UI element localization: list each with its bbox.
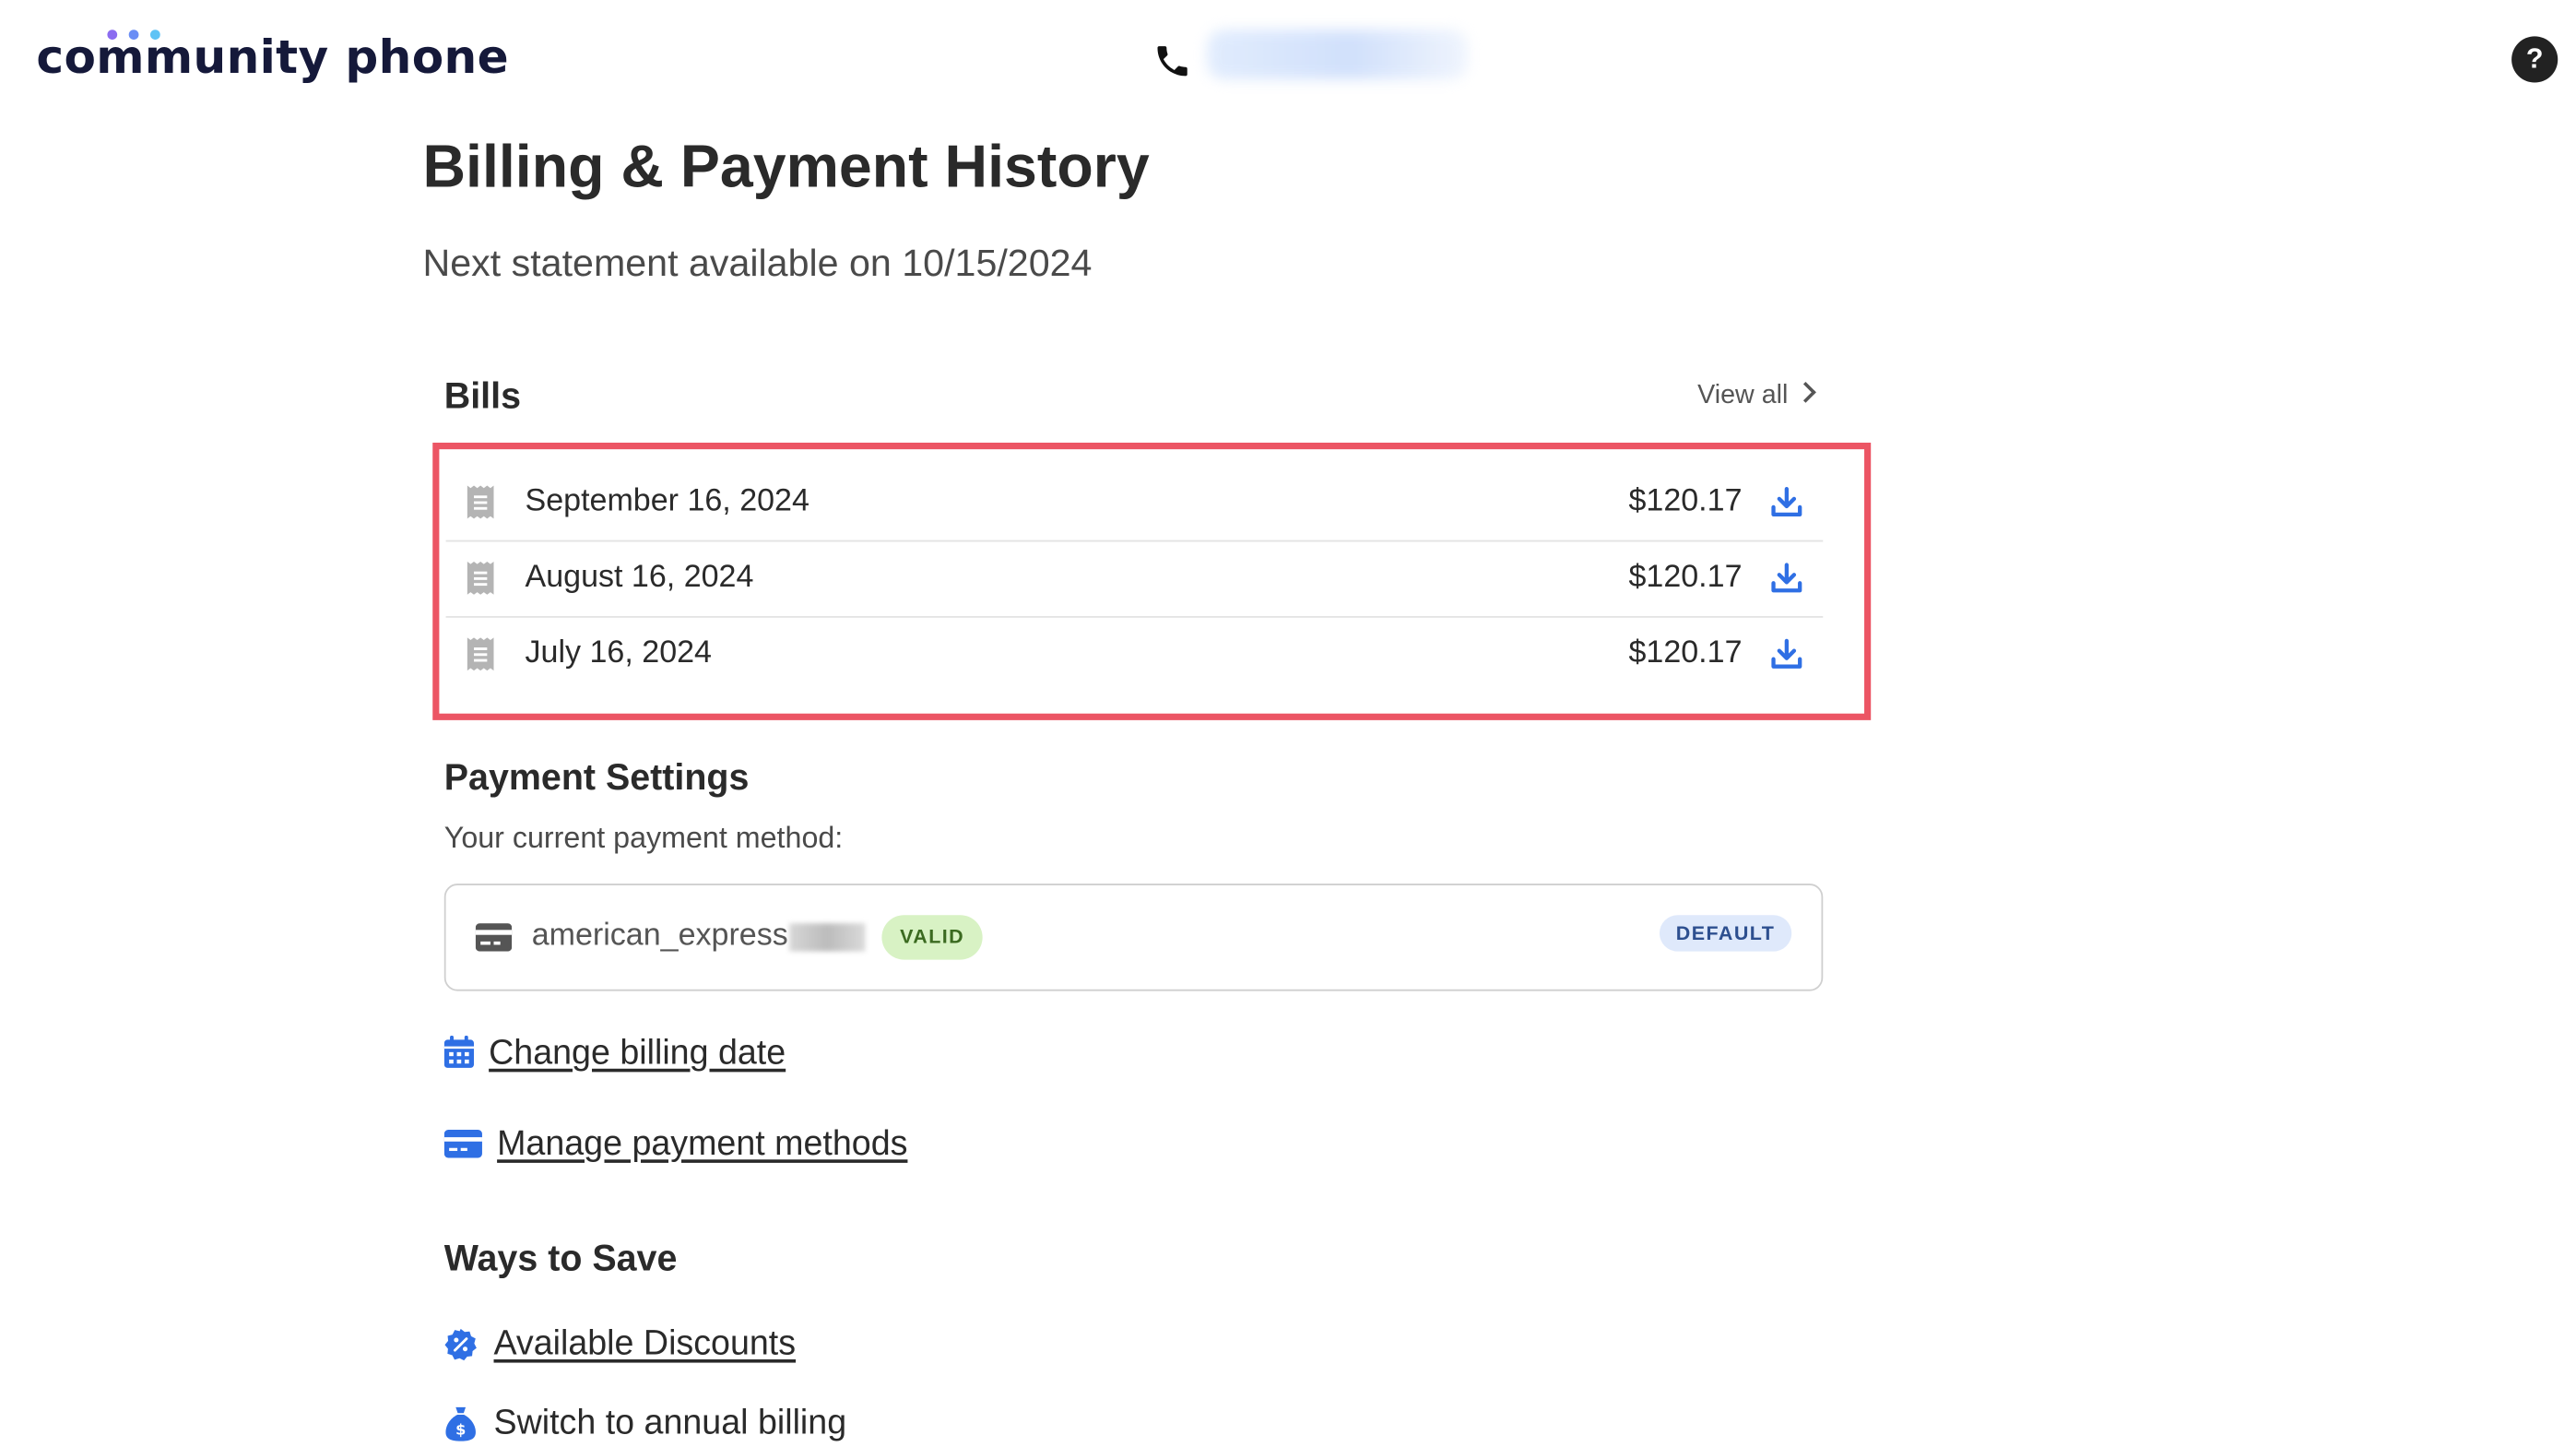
logo-dot xyxy=(107,30,118,40)
view-all-bills-link[interactable]: View all xyxy=(1697,378,1816,414)
manage-payment-methods-label: Manage payment methods xyxy=(497,1124,908,1163)
credit-card-icon xyxy=(443,1130,482,1158)
receipt-icon xyxy=(467,485,494,519)
logo-dot xyxy=(128,30,139,40)
receipt-icon xyxy=(467,561,494,595)
community-phone-logo[interactable]: community phone xyxy=(36,28,509,87)
change-billing-date-label: Change billing date xyxy=(489,1034,786,1073)
bill-amount: $120.17 xyxy=(1628,560,1743,595)
bill-amount: $120.17 xyxy=(1628,483,1743,519)
current-method-label: Your current payment method: xyxy=(443,821,844,854)
credit-card-icon xyxy=(475,923,513,952)
default-badge: DEFAULT xyxy=(1659,915,1792,952)
download-icon[interactable] xyxy=(1770,562,1803,595)
payment-method-card[interactable]: american_express VALID DEFAULT xyxy=(443,884,1824,991)
phone-icon xyxy=(1157,46,1188,77)
bills-heading: Bills xyxy=(443,374,522,417)
redacted-phone-number xyxy=(1207,30,1469,79)
svg-text:$: $ xyxy=(455,1420,466,1438)
available-discounts-label: Available Discounts xyxy=(493,1324,797,1363)
logo-dot xyxy=(149,30,160,40)
next-statement-text: Next statement available on 10/15/2024 xyxy=(422,241,1093,285)
bill-date: September 16, 2024 xyxy=(525,483,809,519)
valid-status-badge: VALID xyxy=(881,915,983,960)
help-button[interactable]: ? xyxy=(2511,36,2558,83)
card-brand-name: american_express xyxy=(531,918,788,954)
bill-date: August 16, 2024 xyxy=(525,560,754,595)
bill-date: July 16, 2024 xyxy=(525,635,712,671)
receipt-icon xyxy=(467,637,494,671)
page-title: Billing & Payment History xyxy=(422,132,1150,200)
bill-row[interactable]: September 16, 2024 $120.17 xyxy=(445,464,1824,542)
download-icon[interactable] xyxy=(1770,486,1803,519)
calendar-icon xyxy=(443,1035,475,1068)
money-bag-icon: $ xyxy=(445,1406,476,1441)
view-all-label: View all xyxy=(1697,381,1789,410)
download-icon[interactable] xyxy=(1770,637,1803,670)
page-root: community phone ? Billing & Payment Hist… xyxy=(0,0,2576,1442)
bill-amount: $120.17 xyxy=(1628,635,1743,671)
ways-to-save-heading: Ways to Save xyxy=(443,1237,678,1279)
bill-row[interactable]: July 16, 2024 $120.17 xyxy=(446,616,1824,692)
chevron-right-icon xyxy=(1794,381,1816,403)
payment-settings-heading: Payment Settings xyxy=(443,756,750,799)
discount-badge-icon xyxy=(444,1328,477,1361)
redacted-card-number xyxy=(789,923,866,952)
logo-dots xyxy=(107,30,163,40)
bill-row[interactable]: August 16, 2024 $120.17 xyxy=(445,540,1824,618)
switch-annual-billing-label: Switch to annual billing xyxy=(493,1404,847,1442)
